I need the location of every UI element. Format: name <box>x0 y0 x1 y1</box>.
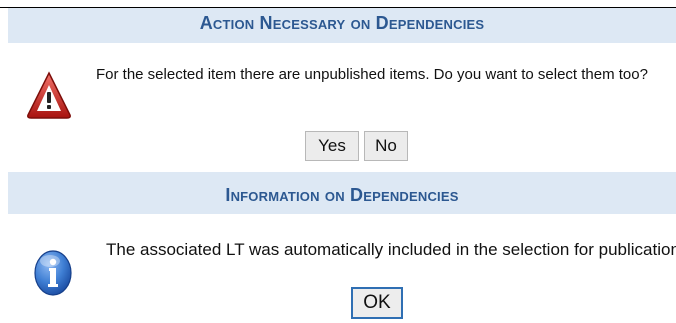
no-button[interactable]: No <box>364 131 408 161</box>
ok-button[interactable]: OK <box>351 287 403 319</box>
dialog-header-information: Information on Dependencies <box>8 172 676 214</box>
info-circle-icon <box>33 249 73 297</box>
warning-triangle-icon <box>26 70 72 120</box>
dialog-header-action-necessary: Action Necessary on Dependencies <box>8 8 676 43</box>
yes-button[interactable]: Yes <box>305 131 359 161</box>
dependency-info-message: The associated LT was automatically incl… <box>106 240 676 259</box>
dependency-confirm-message: For the selected item there are unpublis… <box>96 66 648 83</box>
